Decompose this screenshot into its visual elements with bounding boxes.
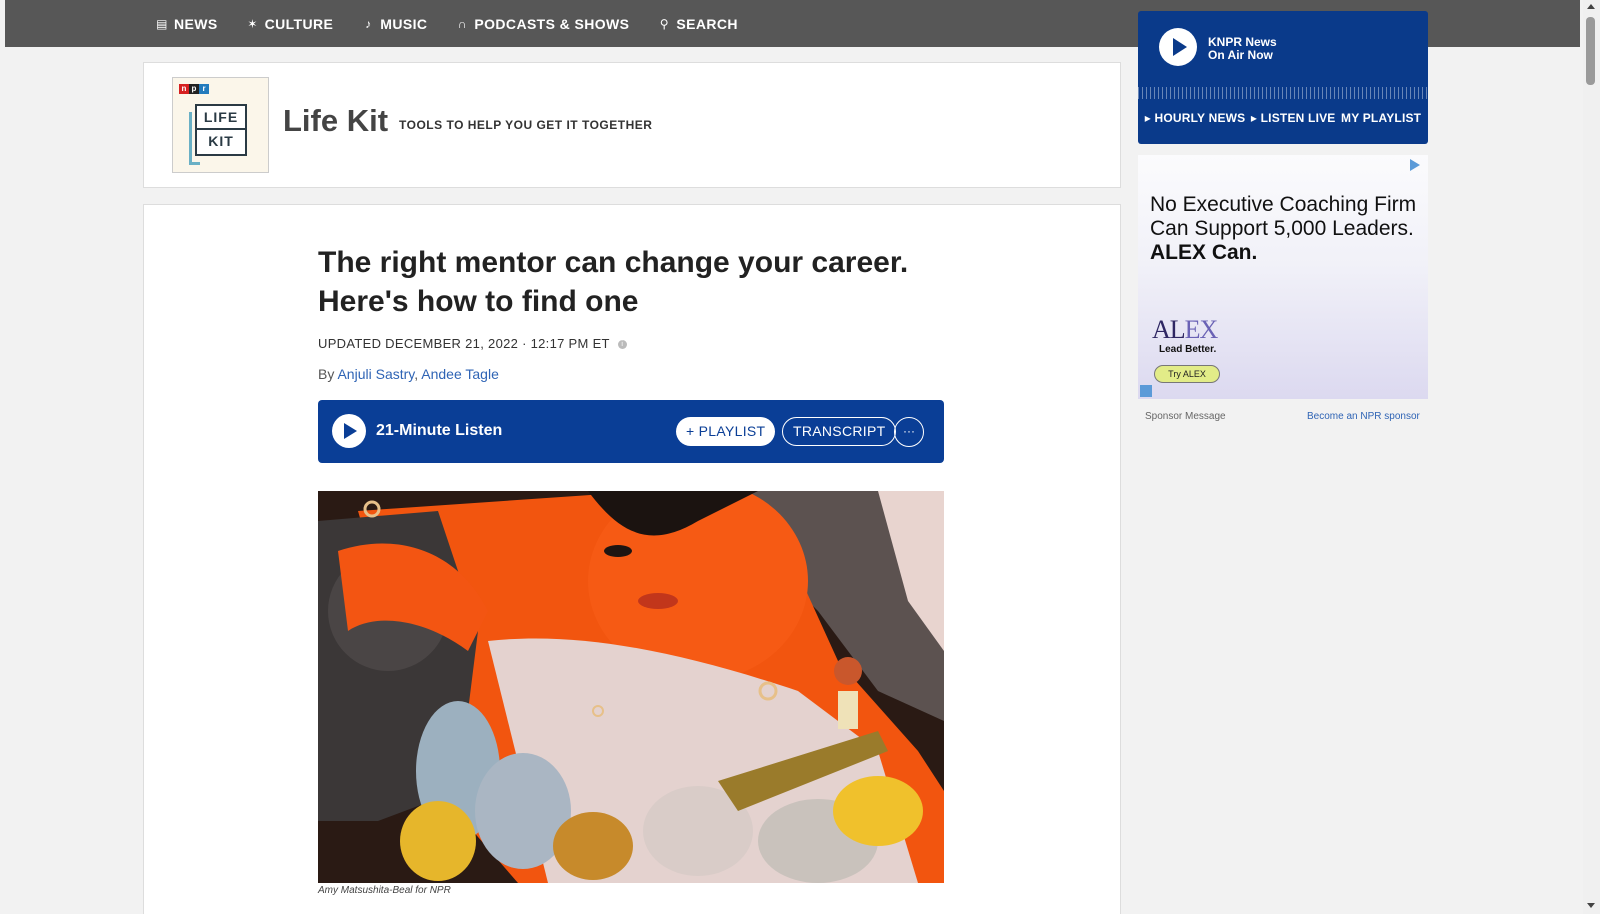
scroll-down-arrow-icon[interactable] [1587,903,1595,908]
nav-culture[interactable]: ✶ CULTURE [246,16,334,32]
life-kit-box: LIFE KIT [189,104,247,165]
culture-icon: ✶ [247,16,258,31]
waveform-decoration [1138,79,1428,99]
illustration-svg [318,491,944,883]
ad-brand-a: AL [1152,315,1186,344]
nav-music[interactable]: ♪ MUSIC [361,16,427,32]
npr-logo-p: p [189,84,199,94]
author-link-2[interactable]: Andee Tagle [421,366,499,382]
station-name: KNPR News [1208,35,1277,49]
image-caption: Amy Matsushita-Beal for NPR [318,885,451,896]
become-sponsor-link[interactable]: Become an NPR sponsor [1307,411,1420,422]
byline: By Anjuli Sastry, Andee Tagle [318,366,499,382]
npr-logo-n: n [179,84,189,94]
adchoices-icon[interactable] [1410,159,1420,171]
live-play-button[interactable] [1159,28,1197,66]
audio-play-button[interactable] [332,414,366,448]
ad-brand-logo: ALEX [1152,315,1219,345]
nav-news-label: NEWS [174,15,218,32]
news-icon: ▤ [156,16,168,31]
show-tagline: TOOLS TO HELP YOU GET IT TOGETHER [399,118,653,132]
show-header: n p r LIFE KIT Life Kit TOOLS TO HELP YO… [143,62,1121,188]
ad-brand-b: EX [1184,315,1219,344]
ad-info-icon[interactable] [1140,385,1152,397]
more-options-button[interactable]: ··· [894,417,924,447]
nav-search[interactable]: ⚲ SEARCH [657,16,738,32]
nav-culture-label: CULTURE [264,15,334,32]
audio-player: 21-Minute Listen + PLAYLIST TRANSCRIPT ·… [318,400,944,463]
show-title[interactable]: Life Kit [283,103,388,139]
on-air-status: On Air Now [1208,48,1273,62]
nav-news[interactable]: ▤ NEWS [155,16,218,32]
search-icon: ⚲ [659,16,669,31]
ad-cta-button[interactable]: Try ALEX [1154,365,1220,383]
music-icon: ♪ [365,16,372,31]
ad-headline-bold: ALEX Can. [1150,241,1258,264]
listen-live-label: LISTEN LIVE [1260,111,1336,125]
sponsor-message-label: Sponsor Message [1145,411,1226,422]
headphones-icon: ∩ [457,16,467,31]
audio-duration: 21-Minute Listen [376,422,503,439]
updated-timestamp: UPDATED DECEMBER 21, 2022 · 12:17 PM ET [318,336,610,351]
logo-word-top: LIFE [203,109,239,125]
ad-headline-text: No Executive Coaching Firm Can Support 5… [1150,193,1417,240]
transcript-button[interactable]: TRANSCRIPT [782,417,897,446]
byline-prefix: By [318,366,335,382]
add-to-playlist-button[interactable]: + PLAYLIST [676,417,776,446]
hero-illustration [318,491,944,883]
hourly-news-link[interactable]: ▸ HOURLY NEWS [1145,111,1246,125]
article-headline: The right mentor can change your career.… [318,246,909,318]
info-icon[interactable]: i [617,340,627,350]
npr-logo-r: r [199,84,209,94]
player-links: ▸ HOURLY NEWS ▸ LISTEN LIVE MY PLAYLIST [1138,111,1428,125]
ad-brand-tagline: Lead Better. [1159,344,1217,355]
sponsor-ad[interactable]: No Executive Coaching Firm Can Support 5… [1138,155,1428,399]
my-playlist-link[interactable]: MY PLAYLIST [1341,111,1421,125]
logo-word-bottom: KIT [197,128,245,152]
nav-search-label: SEARCH [676,15,738,32]
author-link-1[interactable]: Anjuli Sastry [337,366,414,382]
live-player: KNPR News On Air Now ▸ HOURLY NEWS ▸ LIS… [1138,11,1428,144]
page-scrollbar[interactable] [1583,0,1600,914]
nav-podcasts[interactable]: ∩ PODCASTS & SHOWS [455,16,629,32]
nav-items: ▤ NEWS ✶ CULTURE ♪ MUSIC ∩ PODCASTS & SH… [155,0,766,47]
listen-live-link[interactable]: ▸ LISTEN LIVE [1251,111,1336,125]
npr-logo: n p r [179,84,209,94]
life-kit-logo[interactable]: n p r LIFE KIT [172,77,269,173]
scroll-thumb[interactable] [1586,17,1595,85]
nav-music-label: MUSIC [380,15,428,32]
scroll-up-arrow-icon[interactable] [1587,4,1595,9]
article-dateline: UPDATED DECEMBER 21, 2022 · 12:17 PM ET i [318,336,627,351]
hourly-news-label: HOURLY NEWS [1154,111,1246,125]
nav-podcasts-label: PODCASTS & SHOWS [474,15,630,32]
ad-headline: No Executive Coaching Firm Can Support 5… [1150,193,1420,265]
article-card: The right mentor can change your career.… [143,204,1121,914]
